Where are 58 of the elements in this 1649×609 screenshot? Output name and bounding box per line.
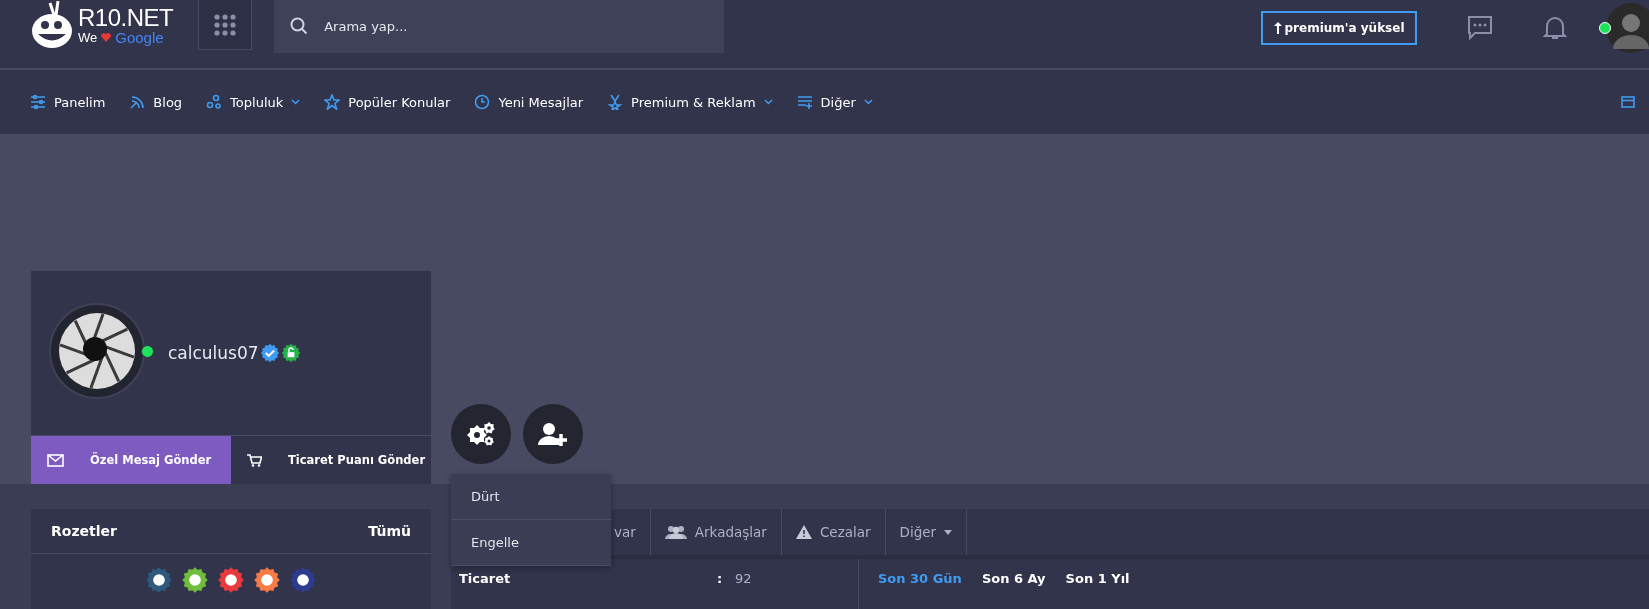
add-user-icon — [538, 422, 568, 446]
profile-tab[interactable]: Diğer — [885, 509, 968, 555]
logo-name[interactable]: R10.NET — [78, 5, 174, 30]
nav-link[interactable]: Premium & Reklam — [607, 94, 773, 110]
period-tab[interactable]: Son 6 Ay — [981, 571, 1046, 609]
cart-icon — [247, 453, 262, 467]
badge-icon[interactable] — [217, 566, 245, 594]
profile-action-button[interactable]: Ticaret Puanı Gönder — [231, 436, 431, 484]
arrow-icon — [1273, 22, 1282, 34]
nav-link[interactable]: Diğer — [796, 94, 873, 110]
nav-link[interactable]: Yeni Mesajlar — [474, 94, 584, 110]
nav-link[interactable]: Topluluk — [206, 94, 301, 110]
nav-link[interactable]: Popüler Konular — [324, 94, 451, 110]
user-avatar[interactable] — [1605, 3, 1649, 53]
mail-icon — [47, 453, 64, 467]
badge-icon[interactable] — [181, 566, 209, 594]
grid-icon — [214, 13, 237, 36]
nav-link[interactable]: Panelim — [30, 94, 106, 110]
heart-icon — [101, 32, 112, 42]
tagline-text: We — [78, 30, 98, 44]
period-tab[interactable]: Son 30 Gün — [878, 571, 962, 609]
medal-icon — [607, 94, 624, 110]
profile-tab[interactable]: Cezalar — [781, 509, 886, 555]
warning-icon — [795, 525, 812, 539]
period-tab[interactable]: Son 1 Yıl — [1065, 571, 1130, 609]
lock-badge-icon — [280, 343, 301, 363]
profile-action-button[interactable]: Özel Mesaj Gönder — [31, 436, 231, 484]
caret-icon — [944, 529, 953, 535]
feed-icon — [129, 94, 146, 110]
panel-title: Rozetler — [51, 523, 117, 539]
sliders-icon — [30, 94, 46, 110]
profile-tab[interactable]: Arkadaşlar — [650, 509, 782, 555]
stat-colon: : — [717, 571, 724, 586]
circles-icon — [206, 94, 223, 110]
list-icon — [796, 94, 813, 110]
chat-icon[interactable] — [1467, 15, 1493, 41]
bell-icon[interactable] — [1543, 15, 1567, 41]
window-icon[interactable] — [1621, 96, 1635, 108]
search-icon — [290, 17, 309, 35]
badge-icon[interactable] — [253, 566, 281, 594]
users-icon — [664, 525, 687, 539]
nav-link[interactable]: Blog — [129, 94, 183, 110]
google-text: Google — [115, 29, 164, 45]
add-friend-button[interactable] — [523, 404, 583, 464]
badge-icon[interactable] — [145, 566, 173, 594]
apps-button[interactable] — [198, 0, 253, 50]
star-icon — [324, 94, 341, 110]
search-field[interactable]: Arama yap... — [274, 0, 725, 53]
settings-button[interactable] — [451, 404, 511, 464]
all-link[interactable]: Tümü — [368, 523, 411, 539]
stat-value: 92 — [735, 571, 752, 586]
gears-icon — [467, 422, 495, 446]
premium-button[interactable]: premium'a yüksel — [1261, 11, 1417, 45]
clock-icon — [474, 94, 491, 110]
badge-icon[interactable] — [289, 566, 317, 594]
stat-label: Ticaret — [459, 571, 512, 586]
username: calculus07 — [168, 343, 259, 363]
profile-tab[interactable]: var — [614, 509, 651, 555]
